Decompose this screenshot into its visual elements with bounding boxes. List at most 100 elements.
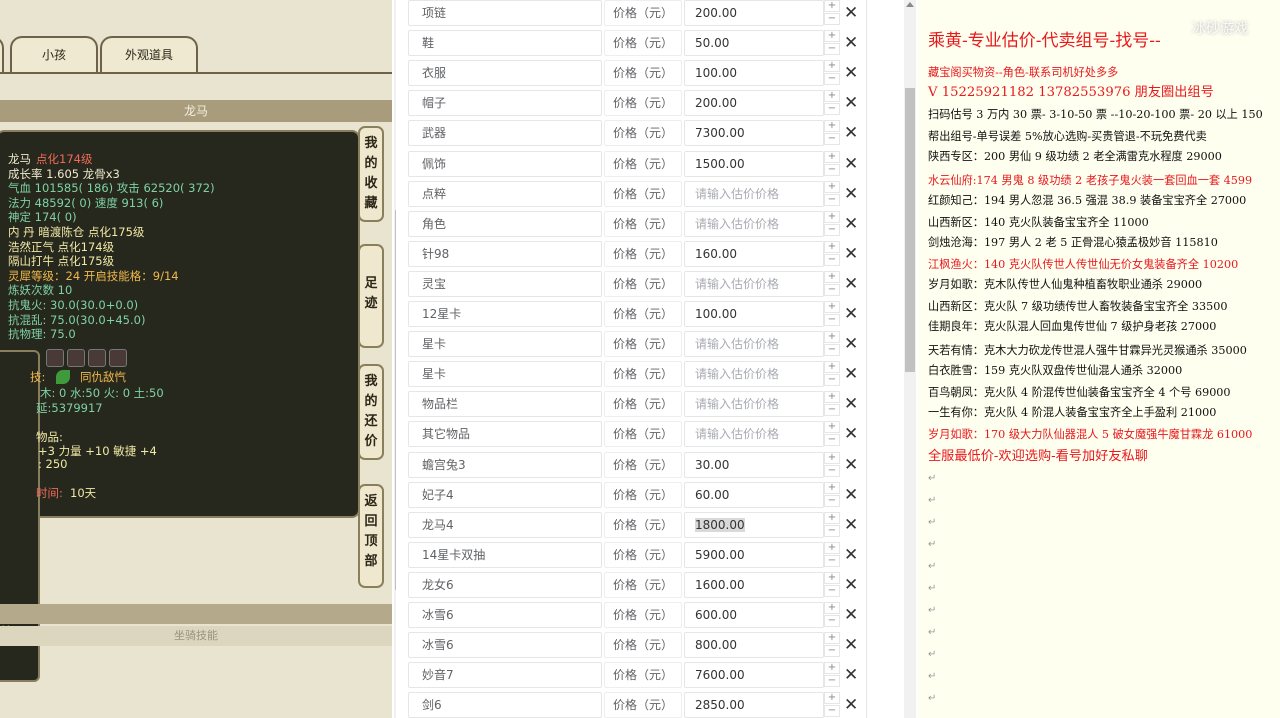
decrement-button[interactable]: −: [824, 374, 840, 387]
item-name-field[interactable]: 妃子4: [408, 481, 602, 508]
increment-button[interactable]: +: [824, 481, 840, 494]
delete-row-icon[interactable]: ✕: [844, 452, 858, 478]
increment-button[interactable]: +: [824, 662, 840, 675]
skill-icon[interactable]: [67, 349, 85, 367]
delete-row-icon[interactable]: ✕: [844, 120, 858, 146]
item-name-field[interactable]: 14星卡双抽: [408, 541, 602, 568]
increment-button[interactable]: +: [824, 632, 840, 645]
delete-row-icon[interactable]: ✕: [844, 60, 858, 86]
delete-row-icon[interactable]: ✕: [844, 301, 858, 327]
increment-button[interactable]: +: [824, 331, 840, 344]
increment-button[interactable]: +: [824, 511, 840, 524]
price-input[interactable]: 200.00: [684, 0, 824, 26]
item-name-field[interactable]: 点粹: [408, 180, 602, 207]
increment-button[interactable]: +: [824, 421, 840, 434]
item-name-field[interactable]: 灵宝: [408, 270, 602, 297]
price-input[interactable]: 160.00: [684, 240, 824, 267]
decrement-button[interactable]: −: [824, 13, 840, 25]
skill-icon[interactable]: [88, 349, 106, 367]
form-scrollbar-thumb[interactable]: [905, 88, 915, 372]
price-input[interactable]: 请输入估价价格: [684, 421, 824, 448]
item-name-field[interactable]: 角色: [408, 210, 602, 237]
increment-button[interactable]: +: [824, 391, 840, 404]
delete-row-icon[interactable]: ✕: [844, 151, 858, 177]
delete-row-icon[interactable]: ✕: [844, 482, 858, 508]
price-input[interactable]: 60.00: [684, 481, 824, 508]
delete-row-icon[interactable]: ✕: [844, 572, 858, 598]
increment-button[interactable]: +: [824, 180, 840, 193]
increment-button[interactable]: +: [824, 120, 840, 133]
item-name-field[interactable]: 帽子: [408, 90, 602, 117]
increment-button[interactable]: +: [824, 451, 840, 464]
price-input[interactable]: 请输入估价价格: [684, 180, 824, 207]
price-input[interactable]: 1600.00: [684, 571, 824, 598]
delete-row-icon[interactable]: ✕: [844, 542, 858, 568]
delete-row-icon[interactable]: ✕: [844, 0, 858, 26]
item-name-field[interactable]: 项链: [408, 0, 602, 26]
decrement-button[interactable]: −: [824, 584, 840, 597]
decrement-button[interactable]: −: [824, 163, 840, 176]
delete-row-icon[interactable]: ✕: [844, 391, 858, 417]
item-name-field[interactable]: 衣服: [408, 60, 602, 87]
price-input[interactable]: 请输入估价价格: [684, 210, 824, 237]
price-input[interactable]: 请输入估价价格: [684, 331, 824, 358]
delete-row-icon[interactable]: ✕: [844, 241, 858, 267]
delete-row-icon[interactable]: ✕: [844, 662, 858, 688]
item-name-field[interactable]: 物品栏: [408, 391, 602, 418]
increment-button[interactable]: +: [824, 571, 840, 584]
increment-button[interactable]: +: [824, 60, 840, 73]
item-name-field[interactable]: 冰雪6: [408, 602, 602, 628]
decrement-button[interactable]: −: [824, 283, 840, 296]
decrement-button[interactable]: −: [824, 344, 840, 357]
price-input[interactable]: 5900.00: [684, 541, 824, 568]
delete-row-icon[interactable]: ✕: [844, 421, 858, 447]
decrement-button[interactable]: −: [824, 314, 840, 326]
delete-row-icon[interactable]: ✕: [844, 211, 858, 237]
price-input[interactable]: 200.00: [684, 90, 824, 117]
price-input[interactable]: 请输入估价价格: [684, 391, 824, 418]
decrement-button[interactable]: −: [824, 223, 840, 236]
decrement-button[interactable]: −: [824, 705, 840, 718]
price-input[interactable]: 1500.00: [684, 150, 824, 177]
item-name-field[interactable]: 星卡: [408, 331, 602, 358]
item-name-field[interactable]: 鞋: [408, 30, 602, 57]
delete-row-icon[interactable]: ✕: [844, 632, 858, 658]
delete-row-icon[interactable]: ✕: [844, 331, 858, 357]
item-name-field[interactable]: 12星卡: [408, 301, 602, 327]
price-input[interactable]: 2850.00: [684, 692, 824, 718]
increment-button[interactable]: +: [824, 301, 840, 313]
delete-row-icon[interactable]: ✕: [844, 602, 858, 628]
delete-row-icon[interactable]: ✕: [844, 361, 858, 387]
scroll-up-arrow-icon[interactable]: [906, 2, 914, 7]
back-to-top-button[interactable]: 返 回 顶 部: [358, 484, 384, 588]
delete-row-icon[interactable]: ✕: [844, 30, 858, 56]
price-input[interactable]: 请输入估价价格: [684, 270, 824, 297]
decrement-button[interactable]: −: [824, 73, 840, 86]
increment-button[interactable]: +: [824, 150, 840, 163]
increment-button[interactable]: +: [824, 90, 840, 103]
increment-button[interactable]: +: [824, 541, 840, 554]
increment-button[interactable]: +: [824, 361, 840, 374]
decrement-button[interactable]: −: [824, 554, 840, 567]
delete-row-icon[interactable]: ✕: [844, 271, 858, 297]
skill-icon[interactable]: [46, 349, 64, 367]
item-name-field[interactable]: 其它物品: [408, 421, 602, 448]
decrement-button[interactable]: −: [824, 464, 840, 477]
item-name-field[interactable]: 针98: [408, 240, 602, 267]
delete-row-icon[interactable]: ✕: [844, 512, 858, 538]
increment-button[interactable]: +: [824, 692, 840, 705]
item-name-field[interactable]: 冰雪6: [408, 632, 602, 659]
footprints-button[interactable]: 足 迹: [358, 244, 384, 348]
decrement-button[interactable]: −: [824, 645, 840, 658]
delete-row-icon[interactable]: ✕: [844, 692, 858, 718]
price-input[interactable]: 7600.00: [684, 662, 824, 689]
item-name-field[interactable]: 星卡: [408, 361, 602, 388]
increment-button[interactable]: +: [824, 30, 840, 43]
tab-child[interactable]: 小孩: [10, 36, 98, 72]
decrement-button[interactable]: −: [824, 193, 840, 206]
decrement-button[interactable]: −: [824, 43, 840, 56]
increment-button[interactable]: +: [824, 0, 840, 12]
tab-appearance-items[interactable]: 外观道具: [100, 36, 198, 72]
price-input[interactable]: 800.00: [684, 632, 824, 659]
price-input[interactable]: 1800.00: [684, 511, 824, 538]
